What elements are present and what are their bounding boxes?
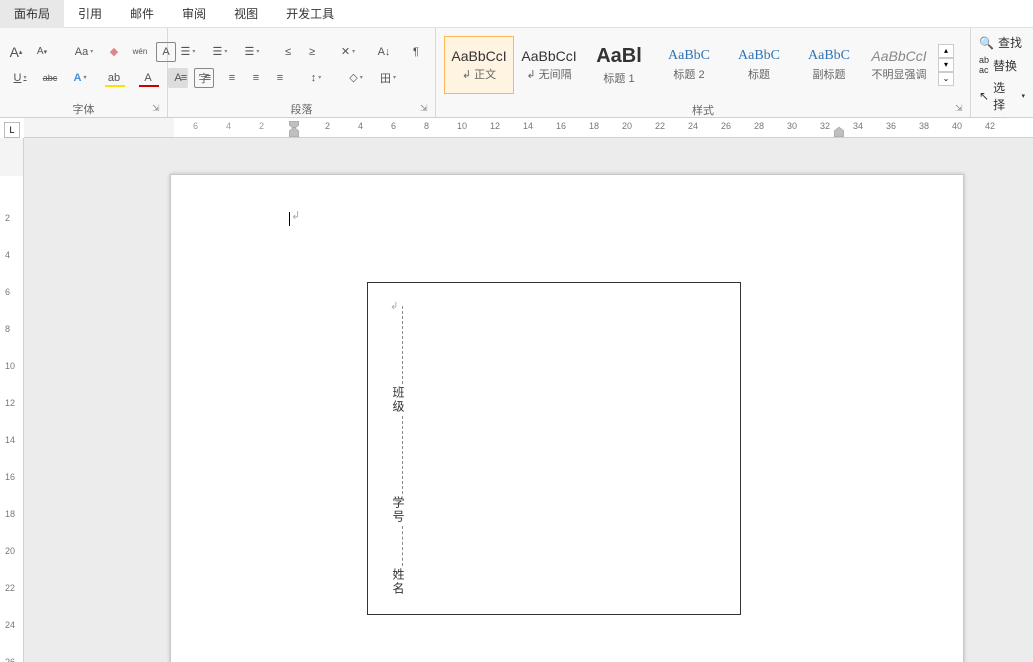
increase-indent-button[interactable]: ≥	[302, 42, 322, 62]
font-group: A▴ A▾ Aa ◆ wén A U abc A ab A A 字	[0, 28, 168, 117]
text-cursor	[289, 212, 290, 226]
style-gallery: AaBbCcI↲ 正文 AaBbCcI↲ 无间隔 AaBl标题 1 AaBbC标…	[442, 34, 956, 96]
ribbon: A▴ A▾ Aa ◆ wén A U abc A ab A A 字	[0, 28, 1033, 118]
menu-mailings[interactable]: 邮件	[116, 0, 168, 28]
align-center-button[interactable]: ≡	[198, 68, 218, 88]
binoculars-icon: 🔍	[979, 36, 994, 50]
styles-group: AaBbCcI↲ 正文 AaBbCcI↲ 无间隔 AaBl标题 1 AaBbC标…	[436, 28, 971, 117]
align-right-button[interactable]: ≡	[222, 68, 242, 88]
textbox-content: 班级 学号 姓名	[390, 304, 407, 596]
paragraph-group: ☰ ☰ ☰ ≤ ≥ ✕ A↓ ¶ ≡ ≡ ≡ ≡	[168, 28, 436, 117]
sort-button[interactable]: A↓	[374, 42, 394, 62]
multilevel-button[interactable]: ☰	[238, 42, 266, 62]
style-heading1[interactable]: AaBl标题 1	[584, 36, 654, 94]
borders-button[interactable]: 田	[374, 68, 402, 88]
shrink-font-button[interactable]: A▾	[32, 42, 52, 62]
horizontal-ruler[interactable]: 6422468101214161820222426283032343638404…	[24, 118, 1033, 138]
paragraph-dialog-launcher[interactable]: ⇲	[420, 103, 432, 115]
styles-group-label: 样式	[436, 102, 970, 118]
paragraph-group-label: 段落	[168, 101, 435, 117]
style-subtle-emphasis[interactable]: AaBbCcI不明显强调	[864, 36, 934, 94]
menu-references[interactable]: 引用	[64, 0, 116, 28]
editing-group: 🔍查找 abac替换 ↖选择▾ 编辑	[971, 28, 1033, 117]
style-title[interactable]: AaBbC标题	[724, 36, 794, 94]
grow-font-button[interactable]: A▴	[6, 42, 26, 62]
decrease-indent-button[interactable]: ≤	[278, 42, 298, 62]
align-justify-button[interactable]: ≡	[246, 68, 266, 88]
paragraph-mark-icon: ↲	[291, 209, 300, 222]
document-page[interactable]: ↲ ↲ 班级 学号 姓名	[170, 174, 964, 662]
menu-view[interactable]: 视图	[220, 0, 272, 28]
tab-selector-button[interactable]: L	[4, 122, 20, 138]
change-case-button[interactable]: Aa	[70, 42, 98, 62]
select-button[interactable]: ↖选择▾	[979, 79, 1025, 113]
style-heading2[interactable]: AaBbC标题 2	[654, 36, 724, 94]
style-subtitle[interactable]: AaBbC副标题	[794, 36, 864, 94]
style-normal[interactable]: AaBbCcI↲ 正文	[444, 36, 514, 94]
underline-button[interactable]: U	[6, 68, 34, 88]
label-class: 班级	[390, 386, 407, 414]
replace-icon: abac	[979, 55, 989, 75]
left-indent-marker[interactable]	[289, 126, 299, 136]
font-group-label: 字体	[0, 101, 167, 117]
bullets-button[interactable]: ☰	[174, 42, 202, 62]
find-button[interactable]: 🔍查找	[979, 34, 1025, 51]
show-marks-button[interactable]: ¶	[406, 42, 426, 62]
strikethrough-button[interactable]: abc	[40, 68, 60, 88]
align-distribute-button[interactable]: ≡	[270, 68, 290, 88]
align-left-button[interactable]: ≡	[174, 68, 194, 88]
right-indent-marker[interactable]	[834, 126, 844, 136]
menubar: 面布局 引用 邮件 审阅 视图 开发工具	[0, 0, 1033, 28]
vertical-ruler[interactable]: 246810121416182022242628	[0, 138, 24, 662]
numbering-button[interactable]: ☰	[206, 42, 234, 62]
font-color-button[interactable]: A	[134, 68, 162, 88]
style-nospacing[interactable]: AaBbCcI↲ 无间隔	[514, 36, 584, 94]
text-effects-button[interactable]: A	[66, 68, 94, 88]
menu-layout[interactable]: 面布局	[0, 0, 64, 28]
menu-devtools[interactable]: 开发工具	[272, 0, 348, 28]
cursor-icon: ↖	[979, 89, 989, 103]
document-workspace[interactable]: ↲ ↲ 班级 学号 姓名	[24, 138, 1033, 662]
styles-dialog-launcher[interactable]: ⇲	[955, 103, 967, 115]
clear-format-button[interactable]: ◆	[104, 42, 124, 62]
textbox[interactable]: ↲ 班级 学号 姓名	[367, 282, 741, 615]
shading-button[interactable]: ◇	[342, 68, 370, 88]
highlight-button[interactable]: ab	[100, 68, 128, 88]
font-dialog-launcher[interactable]: ⇲	[152, 103, 164, 115]
label-studentno: 学号	[390, 496, 407, 524]
replace-button[interactable]: abac替换	[979, 55, 1025, 75]
style-gallery-scroll[interactable]: ▴▾⌄	[938, 36, 954, 94]
menu-review[interactable]: 审阅	[168, 0, 220, 28]
label-name: 姓名	[390, 568, 407, 596]
phonetic-guide-button[interactable]: wén	[130, 42, 150, 62]
asian-layout-button[interactable]: ✕	[334, 42, 362, 62]
line-spacing-button[interactable]: ↕	[302, 68, 330, 88]
